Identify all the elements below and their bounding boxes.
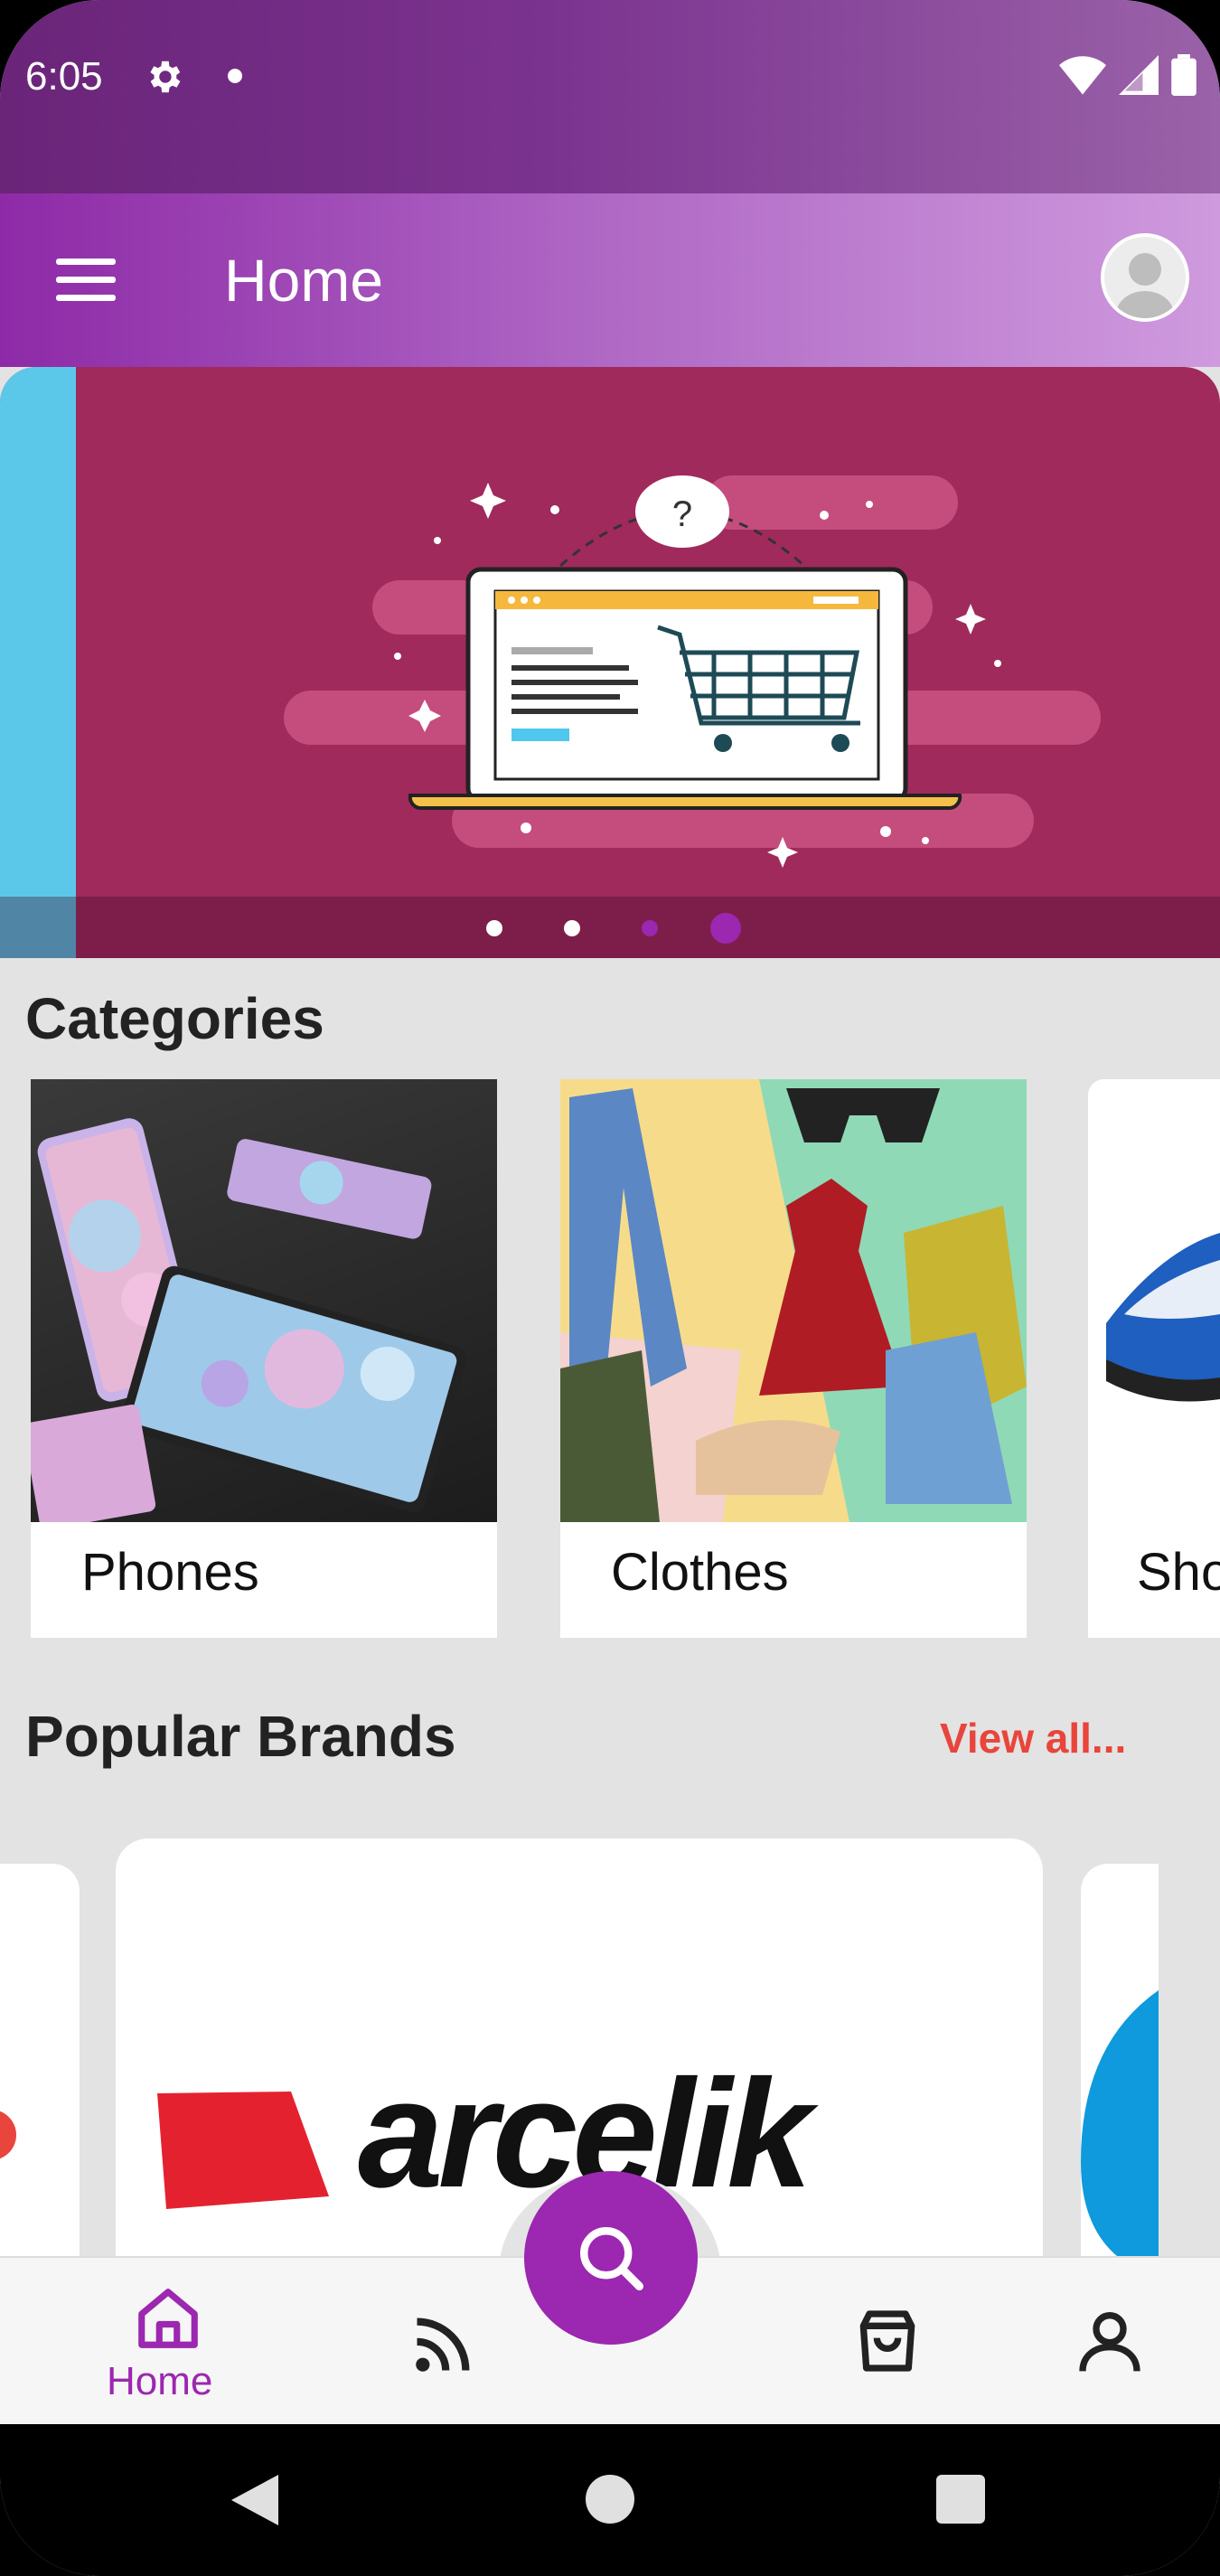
brand-card-peek-right[interactable] xyxy=(1081,1864,1159,2256)
back-icon[interactable] xyxy=(228,2471,282,2529)
home-icon xyxy=(138,2289,198,2348)
search-icon xyxy=(580,2227,644,2291)
category-label: Clothes xyxy=(611,1543,789,1602)
category-label: Phones xyxy=(81,1543,259,1602)
status-time: 6:05 xyxy=(25,54,103,99)
hamburger-menu-icon[interactable] xyxy=(56,259,116,302)
carousel-dot-1[interactable] xyxy=(486,920,502,936)
recents-square-icon[interactable] xyxy=(936,2475,985,2524)
profile-icon xyxy=(1079,2312,1140,2372)
brand-logo-partial xyxy=(1081,1990,1159,2256)
category-card-shoes[interactable]: Sho xyxy=(1088,1079,1220,1638)
category-label: Sho xyxy=(1137,1543,1220,1602)
carousel-dot-4-active[interactable] xyxy=(710,913,741,944)
battery-icon xyxy=(1171,54,1197,96)
banner-question-mark: ? xyxy=(672,494,692,534)
app-bar: Home xyxy=(0,193,1220,367)
user-avatar-icon xyxy=(1116,253,1174,318)
page-title: Home xyxy=(224,247,384,314)
nav-bag[interactable] xyxy=(824,2258,951,2426)
category-card-phones[interactable]: Phones xyxy=(31,1079,497,1638)
home-circle-icon[interactable] xyxy=(586,2475,634,2524)
promo-banner-carousel[interactable]: ? xyxy=(0,367,1220,958)
nav-feed[interactable] xyxy=(380,2258,506,2426)
brand-card-peek-left[interactable] xyxy=(0,1864,80,2256)
nav-profile[interactable] xyxy=(1046,2258,1173,2426)
clothes-image xyxy=(560,1079,1027,1522)
feed-icon xyxy=(416,2317,470,2372)
gear-icon xyxy=(150,61,181,93)
status-icons xyxy=(1059,54,1197,96)
shoes-image xyxy=(1088,1079,1220,1522)
carousel-dot-2[interactable] xyxy=(564,920,580,936)
phones-image xyxy=(31,1079,497,1522)
category-card-clothes[interactable]: Clothes xyxy=(560,1079,1027,1638)
system-navigation-bar xyxy=(0,2424,1220,2576)
carousel-dot-3[interactable] xyxy=(642,920,658,936)
search-fab-button[interactable] xyxy=(524,2171,698,2345)
view-all-brands-link[interactable]: View all... xyxy=(940,1714,1126,1763)
phone-screen: 6:05 Home ? Categories Phones Clothes Sh… xyxy=(0,0,1220,2576)
signal-icon xyxy=(1119,55,1159,95)
categories-title: Categories xyxy=(25,986,324,1051)
brand-logo-partial xyxy=(0,2111,16,2159)
wifi-icon xyxy=(1059,56,1106,95)
shopping-bag-icon xyxy=(859,2310,915,2372)
nav-home[interactable]: Home xyxy=(90,2258,244,2426)
shopping-laptop-illustration: ? xyxy=(284,475,1101,868)
nav-home-label: Home xyxy=(107,2359,213,2403)
popular-brands-title: Popular Brands xyxy=(25,1704,456,1769)
carousel-indicator-bar xyxy=(0,897,1220,958)
notification-dot xyxy=(228,69,242,83)
avatar[interactable] xyxy=(1101,233,1189,322)
status-bar: 6:05 xyxy=(0,0,1220,193)
